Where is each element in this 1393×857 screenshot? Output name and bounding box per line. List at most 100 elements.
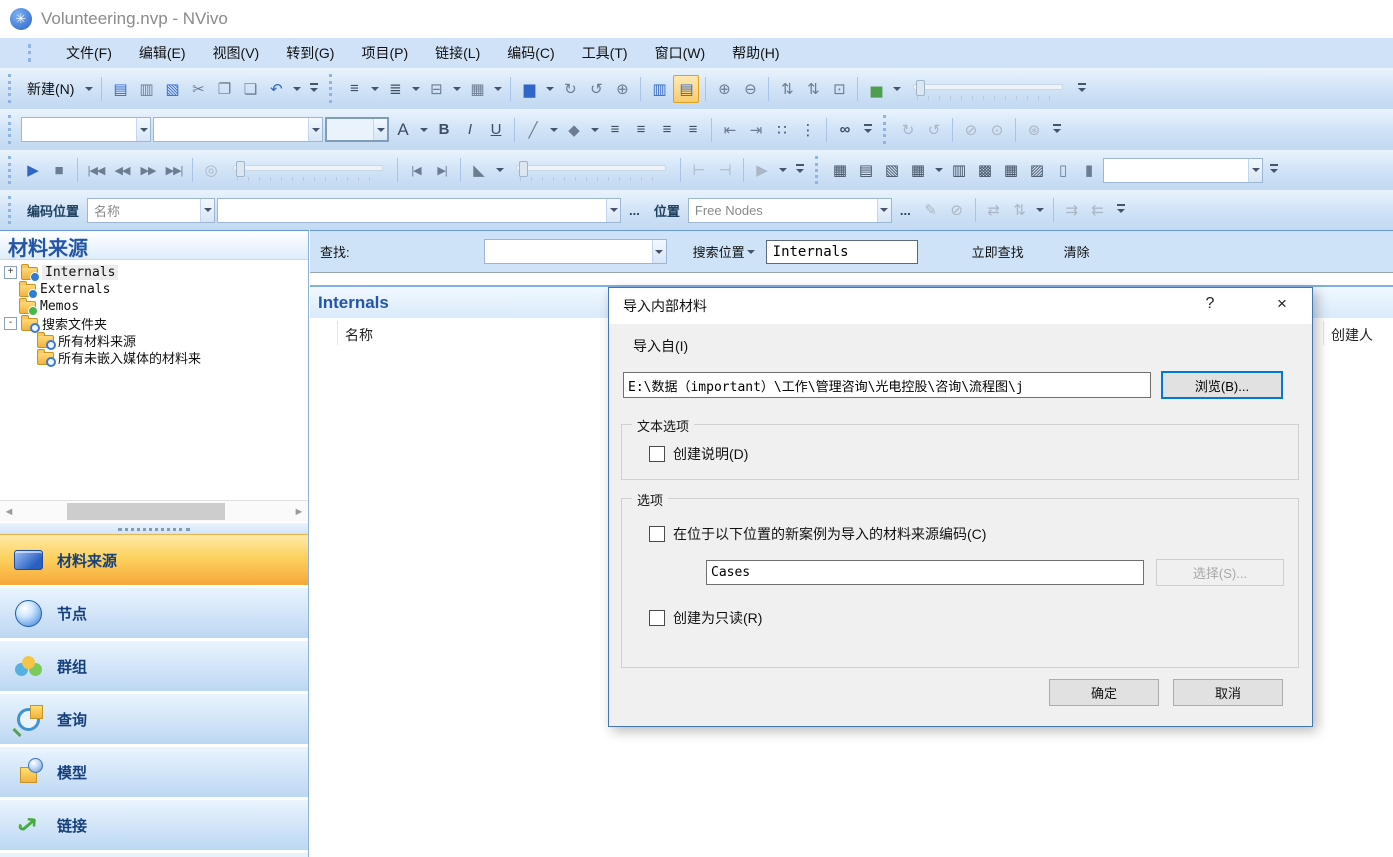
menu-view[interactable]: 视图(V) <box>213 43 260 63</box>
stop-icon[interactable]: ■ <box>47 157 71 183</box>
next-marker-icon[interactable]: ▶| <box>430 157 454 183</box>
tree-item-all-not-embedded[interactable]: 所有未嵌入媒体的材料来 <box>0 348 308 367</box>
table-autofit-icon[interactable]: ▧ <box>880 157 904 183</box>
menu-code[interactable]: 编码(C) <box>507 43 554 63</box>
zoom-out-icon[interactable]: ⊖ <box>738 76 762 102</box>
filter-icon[interactable]: ⇅ <box>801 76 825 102</box>
toolbar-overflow-button[interactable] <box>1075 76 1089 102</box>
list-view-dropdown-arrow[interactable] <box>368 76 381 102</box>
coding-location-dropdown-arrow[interactable] <box>876 198 891 222</box>
toolbar-overflow-button[interactable] <box>307 76 321 102</box>
search-in-control[interactable]: 搜索位置 <box>693 239 758 265</box>
play-selection-dropdown-arrow[interactable] <box>776 157 789 183</box>
tree-item-all-sources[interactable]: 所有材料来源 <box>0 331 308 350</box>
code-spread-dropdown-arrow[interactable] <box>1034 197 1047 223</box>
align-justify-icon[interactable]: ≡ <box>681 117 705 143</box>
paste-icon[interactable]: ❏ <box>238 76 262 102</box>
find-binoculars-icon[interactable]: ∞ <box>833 117 857 143</box>
sort-icon[interactable]: ⇅ <box>775 76 799 102</box>
bullet-list-icon[interactable]: ∷ <box>770 117 794 143</box>
refresh-icon[interactable]: ↻ <box>558 76 582 102</box>
uncode-icon[interactable]: ⊘ <box>945 197 969 223</box>
table-style-combo[interactable] <box>1103 157 1263 183</box>
nav-item-models[interactable]: 模型 <box>0 746 308 797</box>
row-view-dropdown-arrow[interactable] <box>450 76 463 102</box>
coding-location-combo[interactable]: Free Nodes <box>687 197 892 223</box>
volume-slider-thumb[interactable] <box>519 161 528 177</box>
table-split-icon[interactable]: ▩ <box>973 157 997 183</box>
outdent-icon[interactable]: ⇤ <box>718 117 742 143</box>
import-path-input[interactable] <box>623 372 1151 398</box>
detail-view-dropdown-arrow[interactable] <box>409 76 422 102</box>
menu-help[interactable]: 帮助(H) <box>732 43 779 63</box>
clear-button[interactable]: 清除 <box>1048 242 1106 261</box>
grid-view-dropdown-arrow[interactable] <box>491 76 504 102</box>
cases-location-input[interactable] <box>706 560 1144 585</box>
tree-horizontal-scrollbar[interactable]: ◄ ► <box>0 500 308 523</box>
coding-name-combo[interactable]: 名称 <box>87 197 216 223</box>
play-icon[interactable]: ▶ <box>21 157 45 183</box>
coding-name-dropdown-arrow[interactable] <box>200 198 215 222</box>
new-button[interactable]: 新建(N) <box>21 75 80 103</box>
scrollbar-track[interactable] <box>18 501 290 522</box>
proofing-icon-1[interactable]: ↻ <box>896 117 920 143</box>
coding-location-browse-button[interactable]: ... <box>894 203 917 218</box>
toolbar-overflow-button[interactable] <box>793 157 807 183</box>
toolbar-overflow-button[interactable] <box>861 117 875 143</box>
navigation-pane-icon[interactable]: ▥ <box>647 76 671 102</box>
collapse-icon[interactable]: - <box>4 316 17 330</box>
fast-forward-icon[interactable]: ▶▶ <box>136 157 160 183</box>
proofing-icon-3[interactable]: ⊘ <box>959 117 983 143</box>
toolbar-grip[interactable] <box>883 115 890 144</box>
table-insert-icon[interactable]: ▦ <box>828 157 852 183</box>
numbered-list-icon[interactable]: ⋮ <box>796 117 820 143</box>
expand-icon[interactable]: + <box>4 265 17 279</box>
fill-color-icon[interactable]: ◆ <box>562 117 586 143</box>
zoom-in-icon[interactable]: ⊕ <box>712 76 736 102</box>
new-dropdown-arrow[interactable] <box>82 76 95 102</box>
font-size-dropdown-arrow[interactable] <box>373 119 387 140</box>
toolbar-grip[interactable] <box>329 74 336 103</box>
menu-grip[interactable] <box>28 44 35 62</box>
chart-dropdown-arrow[interactable] <box>890 76 903 102</box>
nav-item-sources[interactable]: 材料来源 <box>0 534 308 585</box>
zoom-slider-thumb[interactable] <box>916 79 926 96</box>
proofing-icon-2[interactable]: ↺ <box>922 117 946 143</box>
find-text-dropdown-arrow[interactable] <box>651 240 666 263</box>
find-text-combo[interactable] <box>483 239 667 264</box>
line-color-dropdown-arrow[interactable] <box>547 117 560 143</box>
menu-links[interactable]: 链接(L) <box>435 43 480 63</box>
toolbar-grip[interactable] <box>8 196 15 224</box>
underline-icon[interactable]: U <box>484 117 508 143</box>
refresh-back-icon[interactable]: ↺ <box>584 76 608 102</box>
column-header-name[interactable]: 名称 <box>345 325 373 345</box>
uncode-range-icon[interactable]: ⇇ <box>1086 197 1110 223</box>
scrollbar-thumb[interactable] <box>66 503 225 520</box>
code-sources-checkbox[interactable]: 在位于以下位置的新案例为导入的材料来源编码(C) <box>649 524 986 544</box>
table-grid-dropdown-arrow[interactable] <box>932 157 945 183</box>
menu-tools[interactable]: 工具(T) <box>582 43 628 63</box>
scroll-right-icon[interactable]: ► <box>290 506 308 518</box>
media-position-slider[interactable] <box>233 159 383 181</box>
align-left-icon[interactable]: ≡ <box>603 117 627 143</box>
print-icon[interactable]: ▥ <box>134 76 158 102</box>
play-selection-icon[interactable]: ▶ <box>750 157 774 183</box>
chart-view-dropdown-arrow[interactable] <box>543 76 556 102</box>
font-color-icon[interactable]: A <box>391 117 415 143</box>
coding-target-combo[interactable] <box>217 197 622 223</box>
search-in-input[interactable] <box>765 239 918 264</box>
font-style-dropdown-arrow[interactable] <box>308 118 322 141</box>
align-center-icon[interactable]: ≡ <box>629 117 653 143</box>
font-name-dropdown-arrow[interactable] <box>136 118 150 141</box>
table-row-icon[interactable]: ▦ <box>999 157 1023 183</box>
dialog-close-icon[interactable]: × <box>1267 294 1297 314</box>
table-properties-icon[interactable]: ▤ <box>854 157 878 183</box>
line-color-icon[interactable]: ╱ <box>521 117 545 143</box>
menu-edit[interactable]: 编辑(E) <box>139 43 186 63</box>
chart-view-icon[interactable]: ▆ <box>517 76 541 102</box>
italic-icon[interactable]: I <box>458 117 482 143</box>
undo-icon[interactable]: ↶ <box>264 76 288 102</box>
ok-button[interactable]: 确定 <box>1049 679 1159 706</box>
cut-icon[interactable]: ✂ <box>186 76 210 102</box>
nav-item-queries[interactable]: 查询 <box>0 693 308 744</box>
